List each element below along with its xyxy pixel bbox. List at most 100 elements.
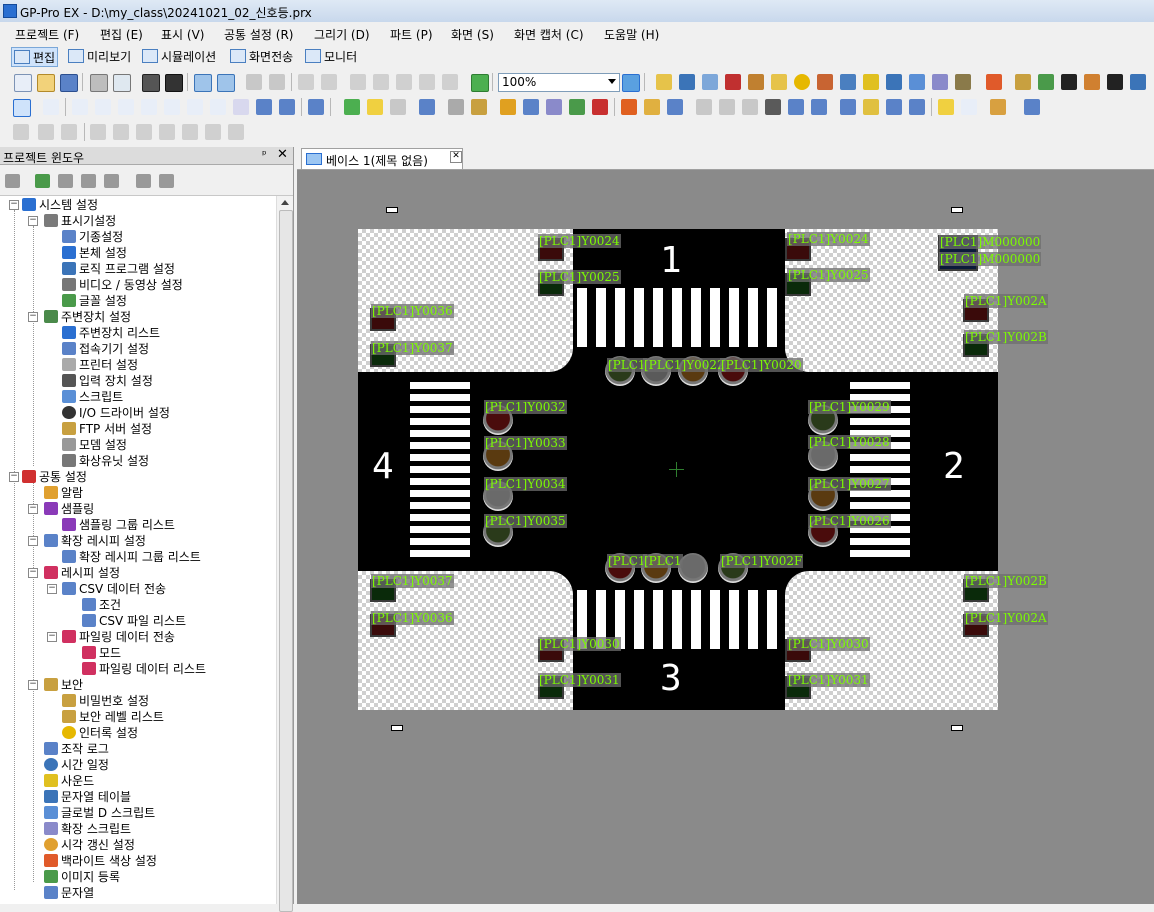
tree-password-settings[interactable]: 비밀번호 설정 (62, 692, 149, 708)
cut-icon[interactable] (350, 74, 366, 90)
tree-global-d-script[interactable]: 글로벌 D 스크립트 (44, 804, 155, 820)
resize-handle[interactable] (951, 207, 963, 213)
image-icon[interactable] (1015, 74, 1031, 90)
paste-icon[interactable] (396, 74, 412, 90)
paste-item-icon[interactable] (81, 174, 96, 188)
tree-display-settings[interactable]: 표시기설정 (44, 212, 116, 228)
tree-logic-settings[interactable]: 로직 프로그램 설정 (62, 260, 175, 276)
print-icon[interactable] (90, 74, 108, 92)
ext-script-icon[interactable] (932, 74, 948, 90)
recipe-list-icon[interactable] (788, 99, 804, 115)
marquee-icon[interactable] (863, 99, 879, 115)
data-icon[interactable] (1038, 74, 1054, 90)
resize-handle[interactable] (951, 725, 963, 731)
resize-handle[interactable] (391, 725, 403, 731)
hand-icon[interactable] (938, 99, 954, 115)
tree-filing-list[interactable]: 파일링 데이터 리스트 (82, 660, 206, 676)
sampling-icon[interactable] (748, 74, 764, 90)
tree-peripheral-list[interactable]: 주변장치 리스트 (62, 324, 160, 340)
tree-printer-settings[interactable]: 프린터 설정 (62, 356, 138, 372)
input-icon[interactable] (471, 99, 487, 115)
tree-sound[interactable]: 사운드 (44, 772, 94, 788)
list-icon[interactable] (886, 99, 902, 115)
menu-draw[interactable]: 그리기 (D) (314, 26, 370, 43)
camera-icon[interactable] (811, 99, 827, 115)
ladder-edit-icon[interactable] (38, 124, 54, 140)
tab-close-icon[interactable]: ✕ (450, 151, 462, 163)
tree-common-settings[interactable]: 공통 설정 (22, 468, 87, 484)
backlight-icon[interactable] (986, 74, 1002, 90)
library-icon[interactable] (1024, 99, 1040, 115)
paint-icon[interactable] (990, 99, 1006, 115)
tree-system-settings[interactable]: 시스템 설정 (22, 196, 98, 212)
transfer-tool-icon[interactable] (1084, 74, 1100, 90)
arc-icon[interactable] (210, 99, 226, 115)
menu-help[interactable]: 도움말 (H) (604, 26, 659, 43)
tag-icon[interactable] (679, 74, 695, 90)
delete-icon[interactable] (442, 74, 458, 90)
tree-modem-settings[interactable]: 모뎀 설정 (62, 436, 127, 452)
contact-no-icon[interactable] (90, 124, 106, 140)
zoom-select[interactable]: 100% (498, 73, 620, 92)
string-table-icon[interactable] (886, 74, 902, 90)
message-icon[interactable] (840, 99, 856, 115)
schedule-icon[interactable] (840, 74, 856, 90)
open-screen-icon[interactable] (217, 74, 235, 92)
tree-recipe-settings[interactable]: 레시피 설정 (44, 564, 120, 580)
branch-down-icon[interactable] (205, 124, 221, 140)
tree-script[interactable]: 스크립트 (62, 388, 123, 404)
tree-peripheral-settings[interactable]: 주변장치 설정 (44, 308, 131, 324)
tree-filing-transfer[interactable]: 파일링 데이터 전송 (62, 628, 175, 644)
tree-sampling-group-list[interactable]: 샘플링 그룹 리스트 (62, 516, 175, 532)
tree-ext-recipe-settings[interactable]: 확장 레시피 설정 (44, 532, 146, 548)
tree-font-settings[interactable]: 글꼴 설정 (62, 292, 127, 308)
tree-time-schedule[interactable]: 시간 일정 (44, 756, 109, 772)
base-screen-canvas[interactable]: 1 2 3 4 [PLC1]Y0024 [PLC1]Y0025 [PLC1]Y0… (358, 229, 1048, 710)
branch-up-icon[interactable] (228, 124, 244, 140)
tree-interlock-settings[interactable]: 인터록 설정 (62, 724, 138, 740)
tree-io-driver-settings[interactable]: I/O 드라이버 설정 (62, 404, 170, 420)
tree-backlight-color[interactable]: 백라이트 색상 설정 (44, 852, 157, 868)
numeric-icon[interactable] (390, 99, 406, 115)
edit-mode-button[interactable]: 편집 (11, 47, 59, 67)
line-icon[interactable] (95, 99, 111, 115)
window-part-icon[interactable] (667, 99, 683, 115)
redo-icon[interactable] (321, 74, 337, 90)
new-item-icon[interactable] (5, 174, 20, 188)
tab-base-1[interactable]: 베이스 1(제목 없음) ✕ (301, 148, 463, 169)
tree-video-settings[interactable]: 비디오 / 동영상 설정 (62, 276, 183, 292)
log-icon[interactable] (817, 74, 833, 90)
scale-icon[interactable] (233, 99, 249, 115)
tree-strings[interactable]: 문자열 (44, 884, 94, 900)
file-manager-icon[interactable] (719, 99, 735, 115)
data-display-icon[interactable] (419, 99, 435, 115)
tree-ext-script[interactable]: 확장 스크립트 (44, 820, 131, 836)
tree-image-unit-settings[interactable]: 화상유닛 설정 (62, 452, 149, 468)
lamp-icon[interactable] (367, 99, 383, 115)
sound-icon[interactable] (863, 74, 879, 90)
info-icon[interactable] (794, 74, 810, 90)
table-icon[interactable] (256, 99, 272, 115)
polyline-icon[interactable] (118, 99, 134, 115)
menu-project[interactable]: 프로젝트 (F) (15, 26, 79, 43)
time-update-icon[interactable] (955, 74, 971, 90)
screen-transfer-button[interactable]: 화면전송 (228, 47, 295, 65)
tree-string-table[interactable]: 문자열 테이블 (44, 788, 131, 804)
monitor-button[interactable]: 모니터 (303, 47, 359, 65)
line-graph-icon[interactable] (546, 99, 562, 115)
copy-item-icon[interactable] (58, 174, 73, 188)
tree-csv-transfer[interactable]: CSV 데이터 전송 (62, 580, 166, 596)
new-screen-icon[interactable] (194, 74, 212, 92)
list-view-icon[interactable] (159, 174, 174, 188)
tree-time-update[interactable]: 시각 갱신 설정 (44, 836, 135, 852)
tree-ftp-settings[interactable]: FTP 서버 설정 (62, 420, 152, 436)
simulation-button[interactable]: 시뮬레이션 (140, 47, 218, 65)
close-screen-icon[interactable] (246, 74, 262, 90)
print-preview-icon[interactable] (113, 74, 131, 92)
cross-icon[interactable] (592, 99, 608, 115)
scatter-icon[interactable] (569, 99, 585, 115)
menu-parts[interactable]: 파트 (P) (390, 26, 433, 43)
alarm-icon[interactable] (725, 74, 741, 90)
address-icon[interactable] (656, 74, 672, 90)
dot-icon[interactable] (72, 99, 88, 115)
